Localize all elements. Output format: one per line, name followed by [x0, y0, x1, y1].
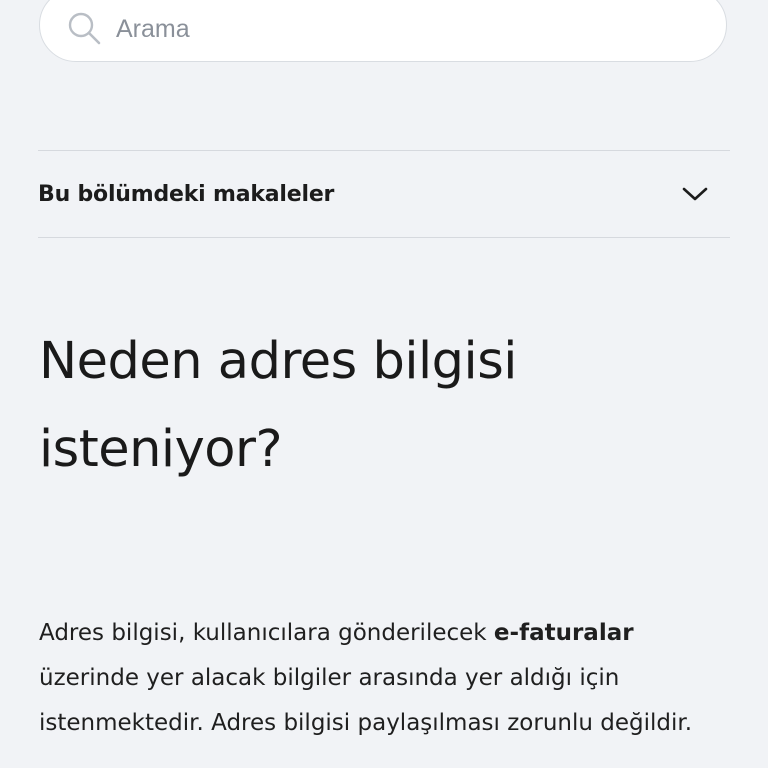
- search-icon: [68, 12, 101, 45]
- articles-in-section-label: Bu bölümdeki makaleler: [38, 181, 335, 207]
- divider: [38, 150, 730, 151]
- article-body: Adres bilgisi, kullanıcılara gönderilece…: [39, 611, 729, 746]
- search-input[interactable]: [116, 12, 676, 46]
- chevron-down-icon[interactable]: [680, 184, 710, 204]
- article-body-text-continued: üzerinde yer alacak bilgiler arasında ye…: [39, 665, 693, 736]
- article-body-text: Adres bilgisi, kullanıcılara gönderilece…: [39, 620, 494, 646]
- search-bar[interactable]: [39, 0, 727, 62]
- e-invoices-emphasis: e-faturalar: [493, 620, 634, 646]
- page-title: Neden adres bilgisi isteniyor?: [39, 332, 517, 479]
- articles-in-section-toggle[interactable]: Bu bölümdeki makaleler: [38, 152, 730, 236]
- divider: [38, 237, 730, 238]
